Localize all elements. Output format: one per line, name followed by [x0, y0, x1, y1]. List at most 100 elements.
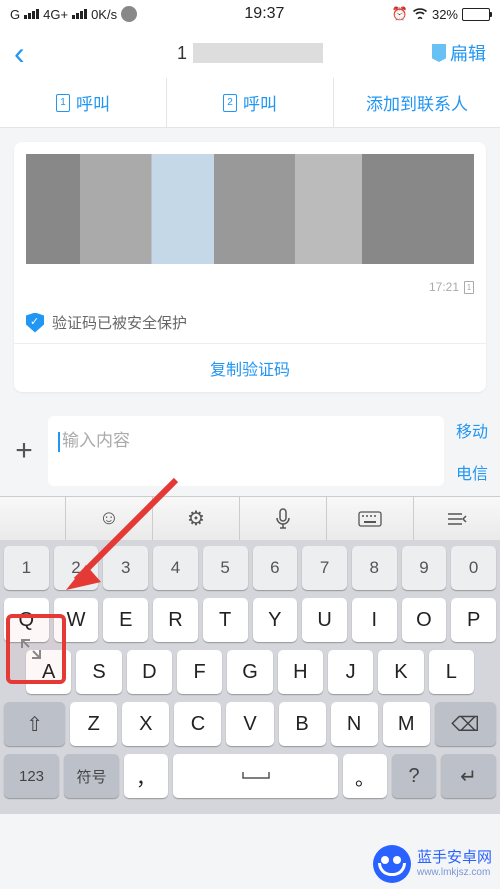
key-v[interactable]: V — [226, 702, 273, 746]
key-3[interactable]: 3 — [103, 546, 148, 590]
key-123[interactable]: 123 — [4, 754, 59, 798]
key-4[interactable]: 4 — [153, 546, 198, 590]
key-8[interactable]: 8 — [352, 546, 397, 590]
key-u[interactable]: U — [302, 598, 347, 642]
key-f[interactable]: F — [177, 650, 222, 694]
kb-number-row: 1 2 3 4 5 6 7 8 9 0 — [4, 546, 496, 590]
key-e[interactable]: E — [103, 598, 148, 642]
key-shift[interactable]: ⇧ — [4, 702, 65, 746]
call-sim2-button[interactable]: 2 呼叫 — [167, 78, 334, 127]
add-contact-label: 添加到联系人 — [366, 90, 468, 115]
key-backspace[interactable]: ⌫ — [435, 702, 496, 746]
kb-row-z: ⇧ Z X C V B N M ⌫ — [4, 702, 496, 746]
key-1[interactable]: 1 — [4, 546, 49, 590]
back-button[interactable]: ‹ — [14, 35, 25, 72]
verify-text: 验证码已被安全保护 — [52, 312, 187, 333]
copy-code-button[interactable]: 复制验证码 — [14, 343, 486, 392]
sim-option-1[interactable]: 移动 — [456, 418, 488, 442]
call2-label: 呼叫 — [243, 90, 277, 115]
key-5[interactable]: 5 — [203, 546, 248, 590]
alarm-icon: ⏰ — [392, 6, 408, 22]
input-placeholder: 输入内容 — [62, 431, 130, 450]
key-0[interactable]: 0 — [451, 546, 496, 590]
key-enter[interactable]: ↵ — [441, 754, 496, 798]
key-r[interactable]: R — [153, 598, 198, 642]
text-cursor — [58, 432, 60, 452]
battery-icon — [462, 8, 490, 21]
verify-row: 验证码已被安全保护 — [14, 302, 486, 343]
key-s[interactable]: S — [76, 650, 121, 694]
key-o[interactable]: O — [402, 598, 447, 642]
key-c[interactable]: C — [174, 702, 221, 746]
message-time: 17:21 — [429, 280, 459, 294]
sim1-icon: 1 — [56, 94, 70, 112]
message-input[interactable]: 输入内容 — [48, 416, 444, 486]
voice-button[interactable] — [240, 497, 327, 540]
key-j[interactable]: J — [328, 650, 373, 694]
status-right: ⏰ 32% — [392, 6, 490, 22]
status-bar: G 4G+ 0K/s 19:37 ⏰ 32% — [0, 0, 500, 28]
message-bubble[interactable]: 17:21 1 验证码已被安全保护 复制验证码 — [14, 142, 486, 392]
watermark-name: 蓝手安卓网 — [417, 849, 492, 866]
key-h[interactable]: H — [278, 650, 323, 694]
redacted-content — [26, 154, 474, 264]
status-left: G 4G+ 0K/s — [10, 6, 137, 22]
key-question[interactable]: ? — [392, 754, 436, 798]
nav-bar: ‹ 1 扁辑 — [0, 28, 500, 78]
key-b[interactable]: B — [279, 702, 326, 746]
key-t[interactable]: T — [203, 598, 248, 642]
call-sim1-button[interactable]: 1 呼叫 — [0, 78, 167, 127]
key-space[interactable] — [173, 754, 338, 798]
key-k[interactable]: K — [378, 650, 423, 694]
edit-label: 扁辑 — [450, 40, 486, 66]
key-m[interactable]: M — [383, 702, 430, 746]
watermark-icon — [373, 845, 411, 883]
more-button[interactable] — [414, 497, 500, 540]
signal-icon — [24, 9, 39, 19]
settings-button[interactable]: ⚙ — [153, 497, 240, 540]
key-comma[interactable]: ， — [124, 754, 168, 798]
key-x[interactable]: X — [122, 702, 169, 746]
key-9[interactable]: 9 — [402, 546, 447, 590]
key-d[interactable]: D — [127, 650, 172, 694]
kb-expand-button[interactable] — [0, 497, 66, 540]
key-l[interactable]: L — [429, 650, 474, 694]
sim-indicator-icon: 1 — [464, 281, 474, 294]
key-7[interactable]: 7 — [302, 546, 347, 590]
key-period[interactable]: 。 — [343, 754, 387, 798]
title-prefix: 1 — [177, 43, 187, 64]
message-meta: 17:21 1 — [14, 276, 486, 302]
wifi-icon — [412, 7, 428, 22]
redacted-title — [193, 43, 323, 63]
watermark: 蓝手安卓网 www.lmkjsz.com — [373, 845, 492, 883]
attach-button[interactable]: + — [0, 434, 48, 468]
edit-button[interactable]: 扁辑 — [432, 40, 486, 66]
kb-row-q: Q W E R T Y U I O P — [4, 598, 496, 642]
key-symbol[interactable]: 符号 — [64, 754, 119, 798]
keyboard-switch-button[interactable] — [327, 497, 414, 540]
clock: 19:37 — [244, 5, 284, 23]
add-contact-button[interactable]: 添加到联系人 — [334, 78, 500, 127]
key-w[interactable]: W — [54, 598, 99, 642]
key-y[interactable]: Y — [253, 598, 298, 642]
message-content — [14, 142, 486, 276]
sim-option-2[interactable]: 电信 — [456, 460, 488, 484]
key-6[interactable]: 6 — [253, 546, 298, 590]
action-bar: 1 呼叫 2 呼叫 添加到联系人 — [0, 78, 500, 128]
shield-icon — [26, 313, 44, 333]
call1-label: 呼叫 — [76, 90, 110, 115]
data-speed: 0K/s — [91, 7, 117, 22]
emoji-button[interactable]: ☺ — [66, 497, 153, 540]
wechat-icon — [121, 6, 137, 22]
key-i[interactable]: I — [352, 598, 397, 642]
expand-icon[interactable] — [18, 636, 44, 668]
watermark-text: 蓝手安卓网 www.lmkjsz.com — [417, 850, 492, 878]
key-z[interactable]: Z — [70, 702, 117, 746]
keyboard: 1 2 3 4 5 6 7 8 9 0 Q W E R T Y U I O P … — [0, 540, 500, 814]
sim2-icon: 2 — [223, 94, 237, 112]
key-2[interactable]: 2 — [54, 546, 99, 590]
message-area: 17:21 1 验证码已被安全保护 复制验证码 — [0, 128, 500, 406]
key-p[interactable]: P — [451, 598, 496, 642]
key-n[interactable]: N — [331, 702, 378, 746]
key-g[interactable]: G — [227, 650, 272, 694]
